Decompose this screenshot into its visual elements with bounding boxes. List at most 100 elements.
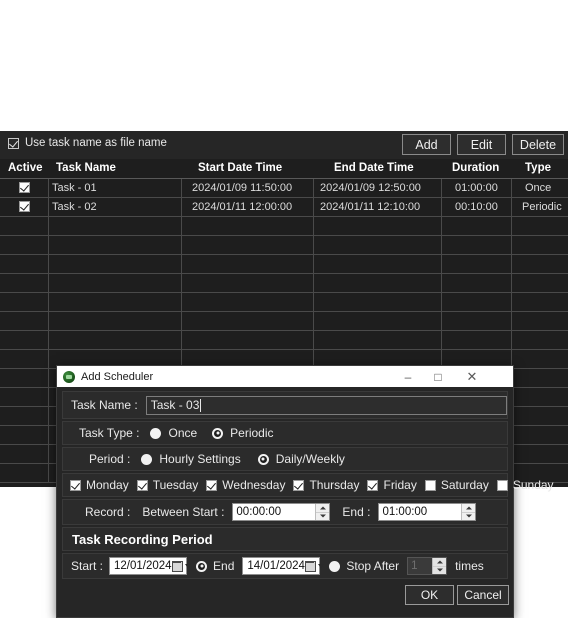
recording-period-heading-row: Task Recording Period <box>62 527 508 551</box>
edit-button[interactable]: Edit <box>457 134 506 155</box>
table-row-empty[interactable] <box>0 236 568 255</box>
weekday-row: Monday Tuesday Wednesday Thursday Friday… <box>62 473 554 497</box>
use-task-name-as-file-name-checkbox[interactable]: Use task name as file name <box>8 137 167 149</box>
spinner-up-icon[interactable] <box>433 558 447 566</box>
recording-period-row: Start : 12/01/2024 End 14/01/2024 Stop A… <box>62 553 508 579</box>
column-header-active[interactable]: Active <box>8 162 43 174</box>
recording-end-date-picker[interactable]: 14/01/2024 <box>242 557 324 575</box>
column-header-type[interactable]: Type <box>525 162 551 174</box>
spinner-up-icon[interactable] <box>316 504 330 512</box>
spinner-down-icon[interactable] <box>316 511 330 520</box>
record-start-time-spinner[interactable]: 00:00:00 <box>232 503 331 521</box>
radio-daily-weekly-label[interactable]: Daily/Weekly <box>276 452 345 466</box>
row-active-checkbox[interactable] <box>19 182 30 196</box>
checkbox-thursday-icon[interactable] <box>293 479 305 491</box>
checkbox-tuesday-label[interactable]: Tuesday <box>153 478 199 492</box>
radio-once-label[interactable]: Once <box>168 426 197 440</box>
radio-stop-after-label[interactable]: Stop After <box>346 559 399 573</box>
radio-hourly-settings-label[interactable]: Hourly Settings <box>159 452 240 466</box>
spinner-down-icon[interactable] <box>433 565 447 574</box>
app-circle-icon <box>63 370 75 383</box>
radio-periodic-icon[interactable] <box>212 427 224 439</box>
scheduler-panel: Use task name as file name Add Edit Dele… <box>0 131 568 618</box>
checkbox-saturday-icon[interactable] <box>424 479 436 491</box>
delete-button[interactable]: Delete <box>512 134 564 155</box>
spinner-down-icon[interactable] <box>462 511 476 520</box>
cell-duration: 00:10:00 <box>455 201 498 213</box>
table-row-empty[interactable] <box>0 255 568 274</box>
record-end-time-value: 01:00:00 <box>382 506 428 518</box>
ok-button[interactable]: OK <box>405 585 454 605</box>
table-row-empty[interactable] <box>0 274 568 293</box>
record-start-time-value: 00:00:00 <box>236 506 282 518</box>
radio-end-icon[interactable] <box>196 560 208 572</box>
row-active-checkbox[interactable] <box>19 201 30 215</box>
checkbox-thursday-label[interactable]: Thursday <box>309 478 359 492</box>
radio-once-icon[interactable] <box>150 427 162 439</box>
table-row-empty[interactable] <box>0 293 568 312</box>
cell-type: Periodic <box>522 201 562 213</box>
cell-type: Once <box>525 182 552 194</box>
checkbox-sunday-icon[interactable] <box>496 479 508 491</box>
recording-start-date-value: 12/01/2024 <box>114 560 172 572</box>
add-button[interactable]: Add <box>402 134 451 155</box>
task-name-input[interactable]: Task - 03 <box>145 395 507 415</box>
radio-hourly-settings-icon[interactable] <box>141 453 153 465</box>
chevron-down-icon[interactable] <box>184 564 191 568</box>
cell-task-name: Task - 02 <box>52 201 97 213</box>
table-header-row: Active Task Name Start Date Time End Dat… <box>0 159 568 179</box>
radio-daily-weekly-icon[interactable] <box>257 453 269 465</box>
between-start-label: Between Start : <box>142 505 225 519</box>
record-end-time-spinner[interactable]: 01:00:00 <box>378 503 477 521</box>
stop-after-count-spinner[interactable]: 1 <box>407 557 448 575</box>
dialog-title: Add Scheduler <box>81 370 154 383</box>
spinner-arrows[interactable] <box>315 504 330 520</box>
checkbox-saturday-label[interactable]: Saturday <box>441 478 489 492</box>
column-header-duration[interactable]: Duration <box>452 162 499 174</box>
checkbox-monday-icon[interactable] <box>70 479 81 491</box>
recording-start-date-picker[interactable]: 12/01/2024 <box>109 557 191 575</box>
table-row-empty[interactable] <box>0 331 568 350</box>
table-row[interactable]: Task - 02 2024/01/11 12:00:00 2024/01/11… <box>0 198 568 217</box>
close-icon[interactable]: ✕ <box>457 366 487 387</box>
recording-period-heading: Task Recording Period <box>72 531 213 547</box>
checkbox-tuesday-icon[interactable] <box>136 479 148 491</box>
text-caret <box>200 398 202 412</box>
minimize-icon[interactable]: – <box>393 366 423 387</box>
checkbox-wednesday-icon[interactable] <box>206 479 218 491</box>
column-divider <box>48 179 49 483</box>
spinner-arrows[interactable] <box>432 558 447 574</box>
task-type-row: Task Type : Once Periodic <box>62 421 508 445</box>
stop-after-count-value: 1 <box>411 560 418 572</box>
record-end-label: End : <box>342 505 371 519</box>
spinner-up-icon[interactable] <box>462 504 476 512</box>
checkbox-friday-label[interactable]: Friday <box>383 478 416 492</box>
checkbox-wednesday-label[interactable]: Wednesday <box>222 478 285 492</box>
times-label: times <box>455 559 484 573</box>
checkbox-icon <box>8 137 19 149</box>
record-row: Record : Between Start : 00:00:00 End : … <box>62 499 508 525</box>
recording-start-label: Start : <box>71 559 104 573</box>
calendar-icon <box>304 560 316 572</box>
checkbox-monday-label[interactable]: Monday <box>86 478 129 492</box>
column-header-start-date[interactable]: Start Date Time <box>198 162 282 174</box>
spinner-arrows[interactable] <box>461 504 476 520</box>
cancel-button[interactable]: Cancel <box>457 585 509 605</box>
cell-task-name: Task - 01 <box>52 182 97 194</box>
radio-periodic-label[interactable]: Periodic <box>230 426 273 440</box>
dialog-title-bar[interactable]: Add Scheduler – □ ✕ <box>57 366 513 387</box>
maximize-icon[interactable]: □ <box>423 366 453 387</box>
task-name-value: Task - 03 <box>150 398 200 412</box>
radio-stop-after-icon[interactable] <box>329 560 341 572</box>
table-row-empty[interactable] <box>0 312 568 331</box>
chevron-down-icon[interactable] <box>317 564 324 568</box>
checkbox-sunday-label[interactable]: Sunday <box>513 478 554 492</box>
radio-end-label[interactable]: End <box>213 559 234 573</box>
column-header-end-date[interactable]: End Date Time <box>334 162 414 174</box>
column-header-task-name[interactable]: Task Name <box>56 162 116 174</box>
table-row[interactable]: Task - 01 2024/01/09 11:50:00 2024/01/09… <box>0 179 568 198</box>
task-name-row: Task Name : Task - 03 <box>62 391 508 419</box>
table-row-empty[interactable] <box>0 217 568 236</box>
checkbox-friday-icon[interactable] <box>367 479 379 491</box>
period-row: Period : Hourly Settings Daily/Weekly <box>62 447 508 471</box>
